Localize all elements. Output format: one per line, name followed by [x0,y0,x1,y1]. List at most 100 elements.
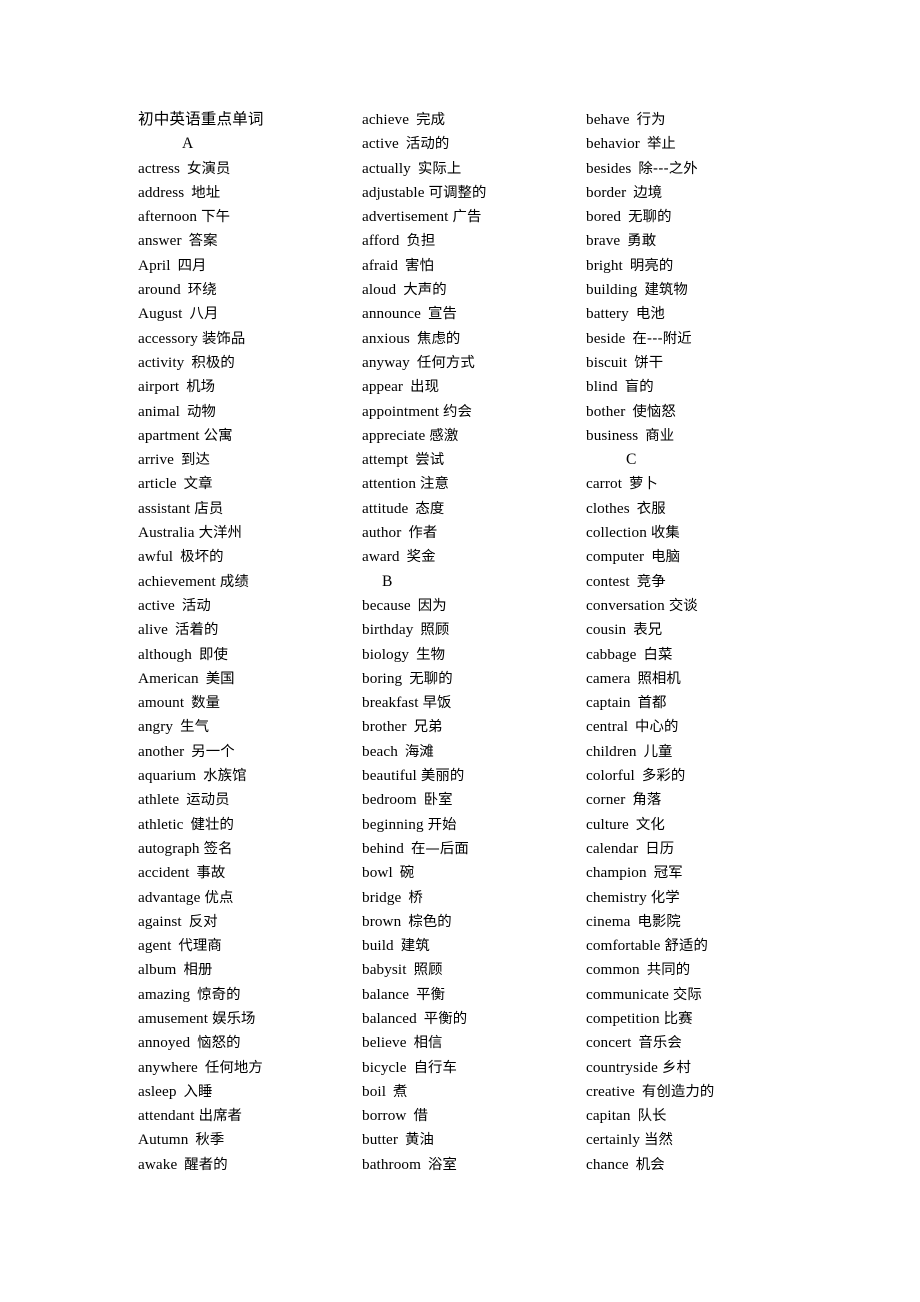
entry-separator [398,1128,405,1152]
entry-separator [630,570,637,594]
entry-gloss: 女演员 [187,160,231,177]
entry-term: afford [362,232,400,250]
vocabulary-entry: annoyed 恼怒的 [138,1031,362,1055]
vocabulary-entry: believe 相信 [362,1031,586,1055]
entry-term: advantage [138,888,201,906]
vocabulary-entry: accident 事故 [138,861,362,885]
vocabulary-entry: bicycle 自行车 [362,1056,586,1080]
entry-gloss: 建筑 [400,938,430,955]
entry-gloss: 音乐会 [638,1035,682,1052]
entry-term: athlete [138,791,180,809]
entry-gloss: 相册 [183,962,213,979]
entry-term: award [362,548,400,566]
vocabulary-entry: balanced 平衡的 [362,1007,586,1031]
entry-separator [635,1080,642,1104]
entry-gloss: 签名 [203,840,233,857]
entry-term: believe [362,1034,407,1052]
entry-separator [417,788,424,812]
entry-term: because [362,596,411,614]
vocabulary-entry: boring 无聊的 [362,667,586,691]
document-page: 初中英语重点单词 Aactress 女演员 address 地址 afternoon … [0,0,920,1302]
entry-term: appear [362,378,404,396]
vocabulary-entry: behave 行为 [586,108,810,132]
entry-separator [407,1031,414,1055]
entry-term: attendant [138,1107,195,1125]
entry-gloss: 萝卜 [629,476,658,493]
entry-separator [622,472,629,496]
entry-gloss: 饼干 [634,354,664,371]
entry-term: attention [362,475,417,493]
vocabulary-entry: breakfast 早饭 [362,691,586,715]
entry-gloss: 开始 [427,816,457,833]
entry-gloss: 优点 [204,889,234,906]
vocabulary-entry: butter 黄油 [362,1128,586,1152]
entry-gloss: 公寓 [203,427,233,444]
entry-separator [192,643,199,667]
entry-gloss: 除---之外 [638,160,698,177]
entry-term: collection [586,524,647,542]
entry-term: blind [586,378,618,396]
vocabulary-entry: author 作者 [362,521,586,545]
entry-term: borrow [362,1107,407,1125]
vocabulary-entry: colorful 多彩的 [586,764,810,788]
entry-gloss: 文化 [635,816,665,833]
entry-gloss: 边境 [633,184,663,201]
entry-gloss: 地址 [191,184,221,201]
vocabulary-entry: anywhere 任何地方 [138,1056,362,1080]
entry-separator [180,400,187,424]
entry-gloss: 有创造力的 [641,1083,715,1100]
entry-gloss: 到达 [181,452,210,469]
entry-term: amount [138,694,185,712]
entry-gloss: 四月 [177,257,207,274]
entry-gloss: 兄弟 [413,719,443,736]
vocabulary-entry: business 商业 [586,424,810,448]
entry-term: business [586,426,639,444]
vocabulary-entry: against 反对 [138,910,362,934]
entry-term: bicycle [362,1058,407,1076]
entry-gloss: 勇敢 [627,233,657,250]
entry-term: actually [362,159,411,177]
vocabulary-entry: album 相册 [138,958,362,982]
column-1: 初中英语重点单词 Aactress 女演员 address 地址 afternoon … [138,108,362,1177]
entry-term: boil [362,1082,387,1100]
entry-gloss: 出席者 [198,1108,243,1125]
entry-gloss: 入睡 [183,1083,213,1100]
entry-term: awake [138,1155,178,1173]
entry-separator [399,132,406,156]
entry-term: beginning [362,815,424,833]
vocabulary-entry: contest 竞争 [586,570,810,594]
entry-separator [640,958,647,982]
entry-term: asleep [138,1082,177,1100]
vocabulary-entry: brown 棕色的 [362,910,586,934]
vocabulary-entry: address 地址 [138,181,362,205]
entry-term: breakfast [362,694,419,712]
entry-term: beach [362,742,398,760]
vocabulary-entry: birthday 照顾 [362,618,586,642]
vocabulary-entry: bedroom 卧室 [362,788,586,812]
entry-gloss: 广告 [452,209,482,226]
vocabulary-entry: achievement 成绩 [138,570,362,594]
entry-term: countryside [586,1058,658,1076]
entry-separator [181,278,188,302]
entry-term: against [138,912,182,930]
entry-separator [411,157,418,181]
vocabulary-entry: carrot 萝卜 [586,472,810,496]
vocabulary-entry: comfortable 舒适的 [586,934,810,958]
entry-term: biology [362,645,410,663]
entry-separator [623,254,630,278]
entry-gloss: 可调整的 [428,184,487,201]
entry-separator [629,813,636,837]
vocabulary-entry: brave 勇敢 [586,229,810,253]
entry-gloss: 美国 [205,670,235,687]
vocabulary-entry: alive 活着的 [138,618,362,642]
vocabulary-entry: American 美国 [138,667,362,691]
entry-term: article [138,475,177,493]
entry-term: actress [138,159,181,177]
vocabulary-entry: Autumn 秋季 [138,1128,362,1152]
entry-term: answer [138,232,182,250]
entry-gloss: 出现 [410,379,440,396]
entry-term: champion [586,864,647,882]
vocabulary-entry: actually 实际上 [362,157,586,181]
entry-term: awful [138,548,174,566]
entry-gloss: 运动员 [186,792,230,809]
